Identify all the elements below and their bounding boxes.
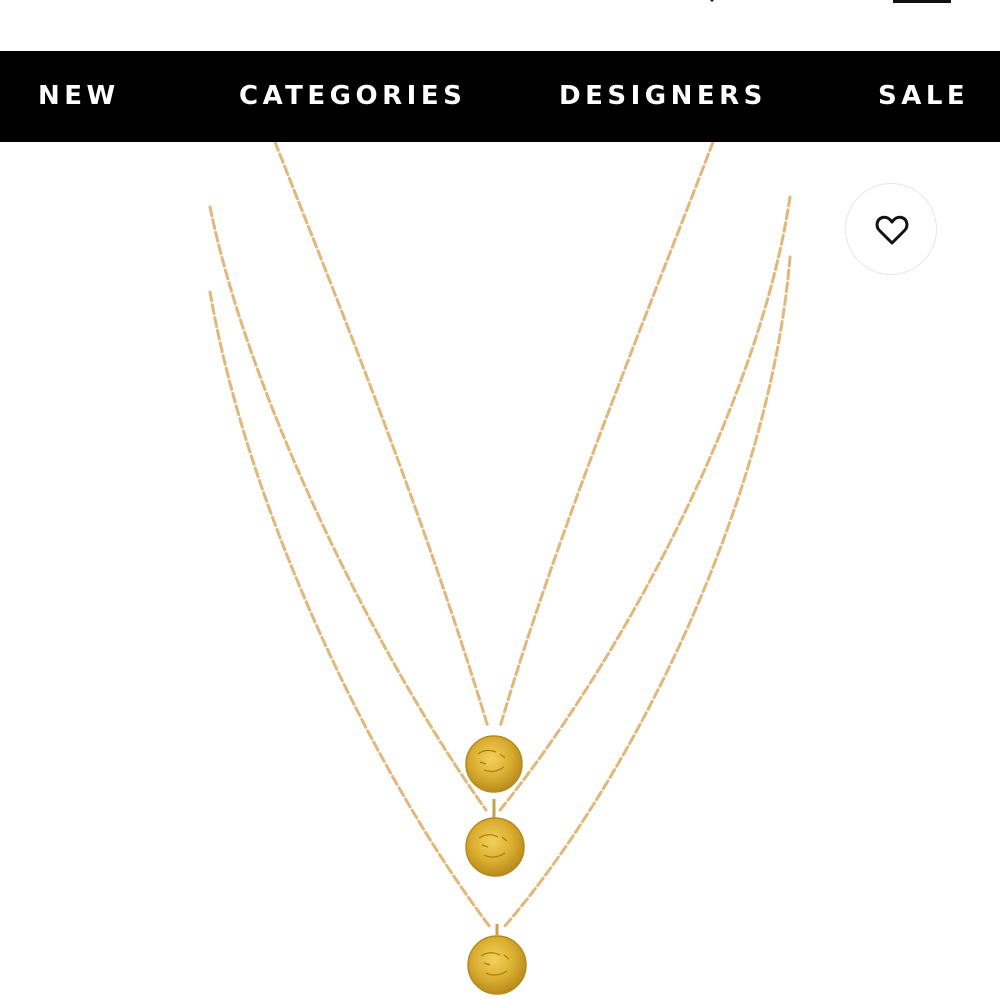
coin-pendant-top	[465, 735, 523, 793]
nav-item-designers[interactable]: DESIGNERS	[559, 51, 767, 142]
heart-icon	[875, 215, 909, 245]
nav-item-categories[interactable]: CATEGORIES	[239, 51, 466, 142]
top-header	[0, 0, 1000, 51]
nav-item-new[interactable]: NEW	[38, 51, 120, 142]
chain-strand-middle	[208, 195, 792, 812]
menu-icon[interactable]	[893, 0, 951, 3]
product-image[interactable]	[0, 142, 1000, 1000]
chain-strand-inner	[273, 142, 715, 729]
main-nav: NEW CATEGORIES DESIGNERS SALE	[0, 51, 1000, 142]
search-icon[interactable]	[700, 0, 720, 4]
coin-pendant-bottom	[467, 924, 527, 995]
coin-pendant-middle	[465, 799, 525, 877]
wishlist-button[interactable]	[845, 183, 937, 275]
product-page: NEW CATEGORIES DESIGNERS SALE	[0, 0, 1000, 1000]
nav-item-sale[interactable]: SALE	[878, 51, 969, 142]
necklace-illustration	[208, 142, 792, 995]
